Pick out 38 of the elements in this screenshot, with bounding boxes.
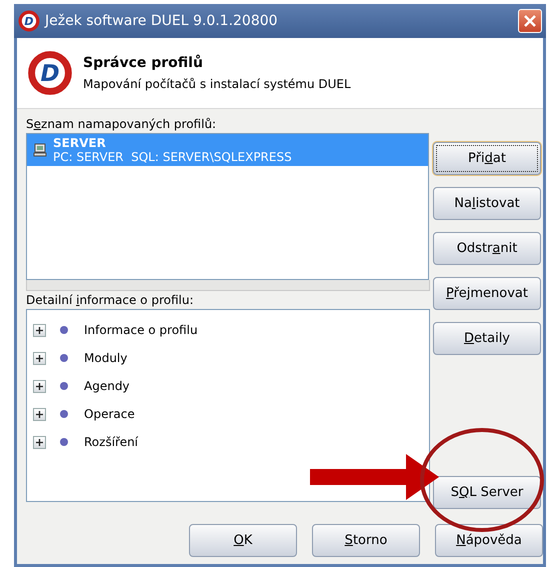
bullet-icon xyxy=(60,438,68,446)
horizontal-scrollbar[interactable] xyxy=(26,280,430,291)
expand-icon[interactable] xyxy=(33,408,46,420)
app-logo-icon: D xyxy=(18,10,40,32)
dialog-button[interactable]: Nalistovat xyxy=(433,187,541,220)
dialog-button[interactable]: Přejmenovat xyxy=(433,277,541,310)
tree-item[interactable]: Rozšíření xyxy=(84,435,138,449)
app-logo: D xyxy=(27,50,73,96)
close-icon xyxy=(523,14,537,28)
dialog-button[interactable]: Detaily xyxy=(433,322,541,355)
header-subtitle: Mapování počítačů s instalací systému DUEL xyxy=(83,77,351,91)
dialog-button[interactable]: SQL Server xyxy=(433,476,541,509)
bullet-icon xyxy=(60,382,68,390)
expand-icon[interactable] xyxy=(33,352,46,364)
profile-detail: PC: SERVER SQL: SERVER\SQLEXPRESS xyxy=(53,150,292,164)
bullet-icon xyxy=(60,354,68,362)
computer-icon xyxy=(33,143,47,157)
dialog-button[interactable]: Nápověda xyxy=(435,524,543,557)
tree-item[interactable]: Informace o profilu xyxy=(84,323,198,337)
close-button[interactable] xyxy=(518,9,542,33)
bullet-icon xyxy=(60,326,68,334)
dialog-button[interactable]: Odstranit xyxy=(433,232,541,265)
bullet-icon xyxy=(60,410,68,418)
dialog-button[interactable]: Přidat xyxy=(433,142,541,175)
profile-name: SERVER xyxy=(53,136,107,150)
expand-icon[interactable] xyxy=(33,436,46,448)
tree-item[interactable]: Agendy xyxy=(84,379,130,393)
dialog-button[interactable]: Storno xyxy=(312,524,420,557)
expand-icon[interactable] xyxy=(33,380,46,392)
details-label: Detailní informace o profilu: xyxy=(26,292,195,309)
header-title: Správce profilů xyxy=(83,55,204,71)
window-title: Ježek software DUEL 9.0.1.20800 xyxy=(45,13,279,29)
dialog-button[interactable]: OK xyxy=(189,524,297,557)
tree-item[interactable]: Operace xyxy=(84,407,135,421)
expand-icon[interactable] xyxy=(33,324,46,336)
tree-item[interactable]: Moduly xyxy=(84,351,128,365)
profile-list-label: Seznam namapovaných profilů: xyxy=(26,116,218,133)
details-tree[interactable]: Informace o profilu Moduly Agendy Operace Rozšíření xyxy=(26,309,430,502)
